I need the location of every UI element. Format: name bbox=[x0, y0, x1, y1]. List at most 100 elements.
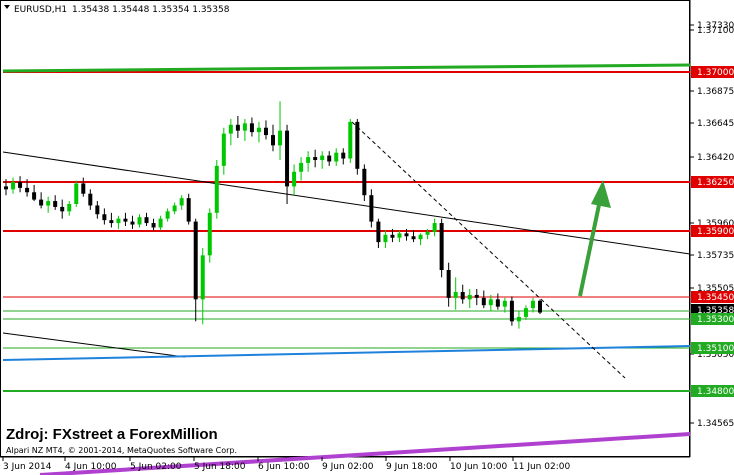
level-tag-s1: 1.35300 bbox=[697, 315, 734, 325]
price-tick: 1.36420 bbox=[697, 153, 734, 163]
candle-body bbox=[355, 121, 360, 169]
source-label: Zdroj: FXstreet a ForexMillion bbox=[6, 426, 218, 443]
candle-body bbox=[39, 199, 44, 206]
time-tick: 10 Jun 10:00 bbox=[450, 462, 507, 472]
candle-body bbox=[495, 299, 500, 307]
candle-body bbox=[221, 133, 226, 166]
candle-body bbox=[46, 201, 51, 206]
candle-body bbox=[418, 234, 423, 240]
candle-body bbox=[116, 218, 121, 224]
candle-body bbox=[334, 152, 339, 162]
candle-body bbox=[446, 270, 451, 298]
candle-body bbox=[228, 124, 233, 134]
candle-body bbox=[383, 234, 388, 243]
candle-body bbox=[130, 221, 135, 225]
candle-body bbox=[4, 186, 8, 190]
candle-body bbox=[249, 123, 254, 133]
candle-body bbox=[32, 192, 37, 200]
candle-body bbox=[474, 294, 479, 298]
candle-body bbox=[11, 182, 16, 190]
level-tag-s3: 1.34800 bbox=[697, 387, 734, 397]
candle-body bbox=[179, 198, 184, 206]
candle-body bbox=[278, 130, 283, 146]
candle-body bbox=[67, 204, 72, 212]
candle-body bbox=[516, 316, 521, 322]
price-tick: 1.35735 bbox=[697, 251, 734, 261]
candle-body bbox=[81, 183, 86, 194]
symbol-label: EURUSD,H1 bbox=[14, 5, 67, 15]
candle-body bbox=[538, 300, 542, 313]
price-tick: 1.37100 bbox=[697, 26, 734, 36]
candle-body bbox=[397, 233, 402, 238]
candle-body bbox=[467, 294, 472, 300]
ohlc-readout: 1.35438 1.35448 1.35354 1.35358 bbox=[72, 5, 230, 15]
price-tick: 1.36875 bbox=[697, 87, 734, 97]
candle-body bbox=[172, 205, 177, 212]
candle-body bbox=[60, 206, 65, 212]
candle-body bbox=[327, 155, 332, 162]
candle-body bbox=[18, 182, 23, 188]
candle-body bbox=[404, 233, 409, 237]
candle-body bbox=[102, 214, 107, 221]
candle-body bbox=[242, 123, 247, 131]
candle-body bbox=[292, 171, 297, 187]
candle-body bbox=[151, 223, 156, 228]
candle-body bbox=[376, 221, 381, 243]
candle-body bbox=[200, 255, 205, 300]
candle-body bbox=[523, 308, 528, 317]
candle-body bbox=[235, 124, 240, 131]
candle-body bbox=[263, 127, 268, 136]
candle-body bbox=[207, 212, 212, 256]
candle-body bbox=[158, 218, 163, 228]
time-tick: 6 Jun 10:00 bbox=[258, 462, 310, 472]
candle-body bbox=[411, 236, 416, 240]
candle-body bbox=[425, 231, 430, 235]
candle-body bbox=[369, 195, 374, 222]
candle-body bbox=[530, 300, 535, 309]
level-tags: 1.37000 1.36250 1.35900 1.35450 1.35358 … bbox=[691, 66, 734, 397]
candle-body bbox=[432, 223, 437, 232]
price-tick: 1.36645 bbox=[697, 119, 734, 129]
time-tick: 5 Jun 18:00 bbox=[194, 462, 246, 472]
candle-body bbox=[53, 201, 58, 207]
candle-body bbox=[313, 157, 318, 160]
candle-body bbox=[165, 211, 170, 219]
candle-body bbox=[25, 187, 30, 193]
candle-body bbox=[488, 299, 493, 306]
price-tick: 1.34565 bbox=[697, 419, 734, 429]
candle-body bbox=[144, 217, 149, 224]
level-tag-r3: 1.35900 bbox=[697, 227, 734, 237]
source-watermark: Zdroj: FXstreet a ForexMillion Alpari NZ… bbox=[6, 426, 237, 455]
candle-body bbox=[306, 157, 311, 163]
time-tick: 9 Jun 18:00 bbox=[386, 462, 438, 472]
candle-body bbox=[341, 152, 346, 159]
candle-body bbox=[109, 220, 114, 224]
candle-body bbox=[502, 300, 507, 307]
candle-body bbox=[453, 292, 458, 298]
candle-body bbox=[256, 127, 261, 133]
candle-body bbox=[285, 130, 290, 187]
candle-body bbox=[95, 205, 100, 215]
level-tag-r2: 1.36250 bbox=[697, 178, 734, 188]
time-tick: 5 Jun 02:00 bbox=[130, 462, 182, 472]
candle-body bbox=[320, 155, 325, 160]
candle-body bbox=[439, 223, 444, 270]
time-tick: 4 Jun 10:00 bbox=[65, 462, 117, 472]
candle-body bbox=[271, 135, 275, 146]
candle-body bbox=[481, 297, 486, 306]
copyright-label: Alpari NZ MT4, © 2001-2014, MetaQuotes S… bbox=[6, 446, 237, 455]
candle-body bbox=[88, 193, 93, 206]
candle-body bbox=[362, 168, 367, 196]
candle-body bbox=[299, 162, 304, 172]
time-tick: 9 Jun 02:00 bbox=[322, 462, 374, 472]
candle-body bbox=[348, 121, 353, 159]
candle-body bbox=[390, 234, 395, 238]
level-tag-s2: 1.35100 bbox=[697, 344, 734, 354]
price-chart[interactable]: EURUSD,H1 1.35438 1.35448 1.35354 1.3535… bbox=[0, 0, 734, 475]
candle-body bbox=[193, 221, 198, 300]
level-tag-r4: 1.35450 bbox=[697, 293, 734, 303]
level-tag-r1: 1.37000 bbox=[697, 68, 734, 78]
time-tick: 11 Jun 02:00 bbox=[513, 462, 570, 472]
candle-body bbox=[460, 292, 465, 300]
candle-body bbox=[186, 198, 191, 222]
